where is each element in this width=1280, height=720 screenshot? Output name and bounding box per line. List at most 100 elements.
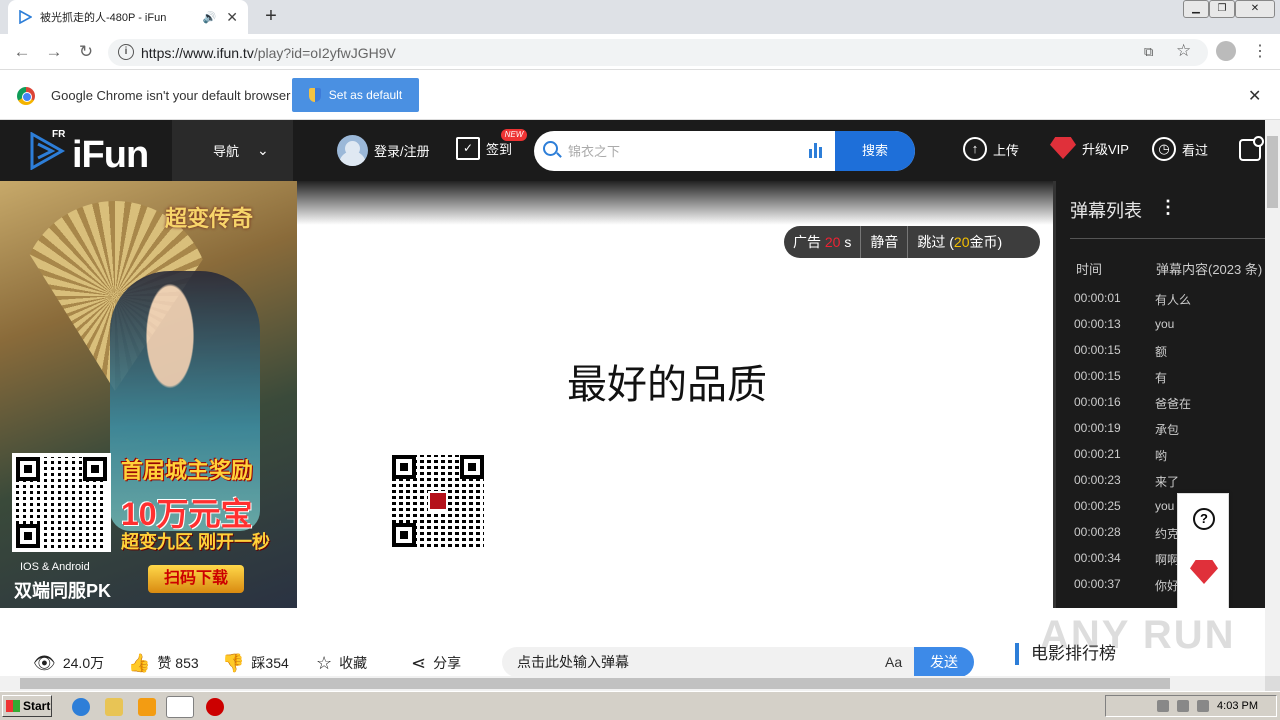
- vip-diamond-icon[interactable]: [1190, 560, 1218, 584]
- browser-tab[interactable]: 被光抓走的人-480P - iFun 🔊 ✕: [8, 0, 248, 34]
- vertical-scroll-thumb[interactable]: [1267, 136, 1278, 208]
- new-tab-button[interactable]: +: [260, 5, 282, 27]
- danmaku-row[interactable]: 00:00:01 有人么: [1074, 291, 1191, 317]
- danmaku-list-panel: 弹幕列表 ⋮ 时间 弹幕内容(2023 条) 00:00:01 有人么 00:00:…: [1053, 181, 1265, 608]
- horizontal-scrollbar[interactable]: [0, 676, 1265, 691]
- translate-icon[interactable]: ⧉: [1144, 44, 1153, 60]
- windows-logo-icon: [6, 700, 20, 712]
- search-button[interactable]: 搜索: [835, 131, 915, 171]
- mute-button[interactable]: 静音: [861, 226, 909, 258]
- dislike-button[interactable]: 👎 踩354: [222, 653, 289, 673]
- volume-icon[interactable]: [1177, 700, 1190, 712]
- more-options-icon[interactable]: ⋮: [1159, 197, 1177, 218]
- start-button[interactable]: Start: [2, 695, 52, 717]
- messages-icon[interactable]: [1239, 136, 1264, 161]
- speaker-icon[interactable]: 🔊: [203, 11, 217, 24]
- media-player-icon[interactable]: [138, 698, 156, 716]
- ad-pk-text: 双端同服PK: [14, 581, 112, 601]
- address-bar[interactable]: i https://www.ifun.tv/play?id=oI2yfwJGH9…: [108, 39, 1208, 66]
- close-tab-icon[interactable]: ✕: [226, 9, 238, 26]
- hot-search-chart-icon[interactable]: [809, 143, 824, 158]
- help-question-icon[interactable]: ?: [1193, 508, 1215, 530]
- scrollbar-corner: [1265, 676, 1280, 691]
- danmaku-input[interactable]: [517, 652, 867, 672]
- danmaku-row[interactable]: 00:00:37 你好: [1074, 577, 1179, 603]
- danmaku-row[interactable]: 00:00:19 承包: [1074, 421, 1179, 447]
- ad-game-title: 超变传奇: [165, 206, 254, 231]
- danmaku-row[interactable]: 00:00:21 哟: [1074, 447, 1167, 473]
- logo-fr: FR: [52, 129, 66, 140]
- upgrade-vip-link[interactable]: 升级VIP: [1050, 137, 1129, 159]
- reload-button[interactable]: ↻: [76, 42, 96, 62]
- share-icon: ⋖: [411, 653, 427, 673]
- tab-title: 被光抓走的人-480P - iFun: [40, 12, 167, 24]
- danmaku-panel-title: 弹幕列表: [1070, 201, 1142, 221]
- minimize-button[interactable]: ▁: [1183, 0, 1209, 18]
- danmaku-row[interactable]: 00:00:16 爸爸在: [1074, 395, 1191, 421]
- explorer-folder-icon[interactable]: [105, 698, 123, 716]
- back-button[interactable]: ←: [12, 42, 32, 62]
- column-header-content: 弹幕内容(2023 条): [1156, 262, 1263, 277]
- nav-dropdown[interactable]: 导航 ⌄: [172, 120, 293, 181]
- danmaku-row[interactable]: 00:00:13 you: [1074, 317, 1174, 343]
- close-window-button[interactable]: ✕: [1235, 0, 1275, 18]
- danmaku-text: 你好: [1155, 579, 1180, 593]
- user-avatar-icon: [337, 135, 368, 166]
- vertical-scrollbar[interactable]: [1265, 120, 1280, 676]
- login-register-link[interactable]: 登录/注册: [337, 135, 430, 166]
- upload-link[interactable]: ↑ 上传: [963, 137, 1019, 161]
- favorite-button[interactable]: ☆ 收藏: [316, 653, 367, 673]
- star-icon: ☆: [316, 653, 333, 673]
- chrome-logo-icon: [17, 87, 35, 105]
- ad-scan-download-button[interactable]: 扫码下载: [148, 565, 244, 593]
- danmaku-time: 00:00:34: [1074, 551, 1121, 565]
- skip-ad-button[interactable]: 跳过 (20金币): [908, 226, 1011, 258]
- search-input[interactable]: [568, 140, 798, 162]
- forward-button[interactable]: →: [44, 42, 64, 62]
- ifun-logo[interactable]: FR iFun: [28, 128, 158, 176]
- chrome-taskbar-button[interactable]: [166, 696, 194, 718]
- default-browser-infobar: Google Chrome isn't your default browser…: [0, 71, 1280, 120]
- network-icon[interactable]: [1157, 700, 1170, 712]
- video-player[interactable]: 广告 20 s 静音 跳过 (20金币) 最好的品质: [297, 181, 1053, 608]
- danmaku-row[interactable]: 00:00:23 来了: [1074, 473, 1179, 499]
- security-alert-icon[interactable]: [206, 698, 224, 716]
- column-header-time: 时间: [1076, 262, 1103, 277]
- danmaku-text: 有人么: [1155, 293, 1192, 307]
- url-text[interactable]: https://www.ifun.tv/play?id=oI2yfwJGH9V: [141, 45, 396, 61]
- ad-promo-line1: 首届城主奖励: [121, 458, 254, 483]
- uac-shield-icon: [308, 88, 321, 102]
- danmaku-text: 啊啊: [1155, 553, 1180, 567]
- flag-icon[interactable]: [1197, 700, 1210, 712]
- danmaku-row[interactable]: 00:00:15 额: [1074, 343, 1167, 369]
- infobar-close-icon[interactable]: ✕: [1248, 86, 1261, 106]
- font-style-toggle[interactable]: Aa: [885, 654, 902, 670]
- danmaku-row[interactable]: 00:00:25 you: [1074, 499, 1174, 525]
- history-link[interactable]: ◷ 看过: [1152, 137, 1208, 161]
- danmaku-row[interactable]: 00:00:28 约克: [1074, 525, 1179, 551]
- upload-arrow-icon: ↑: [963, 137, 987, 161]
- infobar-message: Google Chrome isn't your default browser: [51, 88, 291, 103]
- browser-menu-icon[interactable]: ⋮: [1252, 41, 1268, 61]
- site-info-icon[interactable]: i: [118, 44, 134, 60]
- danmaku-time: 00:00:28: [1074, 525, 1121, 539]
- ie-icon[interactable]: [72, 698, 90, 716]
- left-game-ad[interactable]: 超变传奇 首届城主奖励 10万元宝 超变九区 刚开一秒 IOS & Androi…: [0, 181, 297, 608]
- ad-platforms: IOS & Android: [20, 561, 90, 573]
- set-as-default-button[interactable]: Set as default: [292, 78, 419, 112]
- danmaku-row[interactable]: 00:00:34 啊啊: [1074, 551, 1179, 577]
- ifun-favicon-icon: [19, 10, 32, 24]
- danmaku-row[interactable]: 00:00:15 有: [1074, 369, 1167, 395]
- danmaku-text: 额: [1155, 345, 1168, 359]
- profile-avatar-icon[interactable]: [1216, 41, 1236, 61]
- maximize-button[interactable]: ❐: [1209, 0, 1235, 18]
- player-qr-code: [392, 455, 484, 547]
- send-danmaku-button[interactable]: 发送: [914, 647, 974, 677]
- browser-toolbar: ← → ↻ i https://www.ifun.tv/play?id=oI2y…: [0, 34, 1280, 70]
- danmaku-time: 00:00:01: [1074, 291, 1121, 305]
- bookmark-star-icon[interactable]: ☆: [1176, 41, 1191, 61]
- share-button[interactable]: ⋖ 分享: [411, 653, 461, 673]
- like-button[interactable]: 👍 赞 853: [128, 653, 199, 673]
- horizontal-scroll-thumb[interactable]: [20, 678, 1170, 689]
- player-top-gradient: [297, 181, 1053, 225]
